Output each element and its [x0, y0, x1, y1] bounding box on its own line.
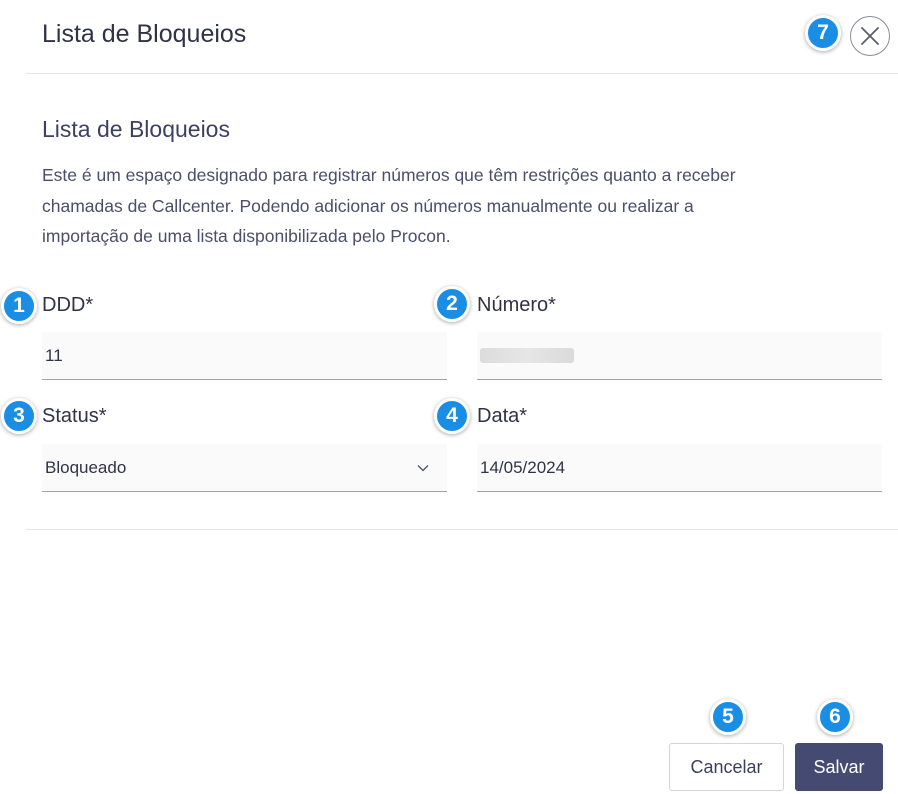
annotation-badge-6: 6 [817, 699, 853, 735]
header-divider [26, 73, 898, 74]
data-label: Data* [477, 405, 528, 427]
numero-input[interactable] [477, 332, 882, 380]
annotation-badge-5: 5 [710, 699, 746, 735]
date-input[interactable]: 14/05/2024 [477, 444, 882, 492]
status-label: Status* [42, 405, 107, 427]
status-select[interactable]: Bloqueado [42, 444, 447, 492]
cancel-button[interactable]: Cancelar [669, 743, 784, 791]
annotation-badge-7: 7 [805, 15, 841, 51]
ddd-label: DDD* [42, 294, 94, 316]
data-field-group: Data* 14/05/2024 [477, 405, 882, 492]
annotation-badge-2: 2 [434, 286, 470, 322]
modal-title: Lista de Bloqueios [42, 20, 247, 48]
status-field-group: Status* Bloqueado [42, 405, 447, 492]
description-line: Este é um espaço designado para registra… [42, 165, 736, 185]
description-line: chamadas de Callcenter. Podendo adiciona… [42, 195, 694, 216]
footer-divider [26, 529, 898, 530]
description-line: importação de uma lista disponibilizada … [42, 226, 451, 246]
section-title: Lista de Bloqueios [42, 116, 230, 142]
save-button[interactable]: Salvar [795, 743, 883, 791]
annotation-badge-3: 3 [1, 398, 37, 434]
close-icon [861, 27, 879, 45]
section-description: Este é um espaço designado para registra… [42, 160, 852, 252]
status-selected-value: Bloqueado [45, 457, 127, 477]
numero-field-group: Número* [477, 294, 882, 380]
ddd-field-group: DDD* 11 [42, 294, 447, 380]
chevron-down-icon [417, 464, 429, 471]
ddd-input[interactable]: 11 [42, 332, 447, 380]
close-button[interactable] [850, 16, 890, 56]
numero-label: Número* [477, 294, 556, 316]
annotation-badge-1: 1 [1, 288, 37, 324]
annotation-badge-4: 4 [434, 398, 470, 434]
redacted-number [480, 348, 574, 363]
